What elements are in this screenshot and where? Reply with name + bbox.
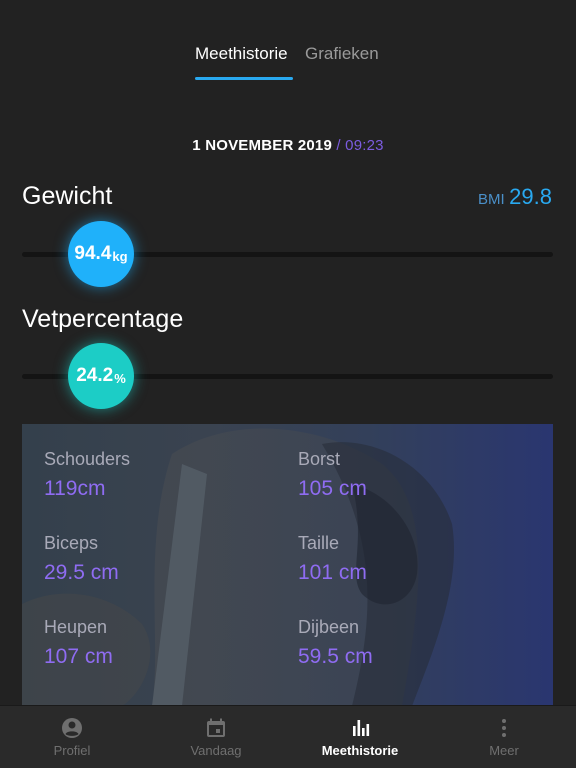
nav-label: Meethistorie bbox=[321, 743, 399, 758]
measurement-waist: Taille 101 cm bbox=[298, 533, 367, 585]
measurement-label: Taille bbox=[298, 533, 340, 553]
tab-meethistorie[interactable]: Meethistorie bbox=[195, 44, 288, 64]
measurement-value: 119cm bbox=[44, 477, 106, 500]
measurement-value: 59.5 cm bbox=[298, 645, 373, 668]
tab-grafieken[interactable]: Grafieken bbox=[305, 44, 379, 64]
measurement-value: 29.5 cm bbox=[44, 561, 119, 584]
weight-value: 94.4 bbox=[74, 243, 112, 264]
weight-unit: kg bbox=[112, 248, 128, 264]
more-vertical-icon bbox=[502, 719, 506, 737]
body-measurements-panel: Schouders 119cm Borst 105 cm Biceps 29.5… bbox=[22, 424, 553, 706]
measurement-label: Schouders bbox=[44, 449, 131, 469]
fat-unit: % bbox=[114, 370, 126, 386]
measurement-value: 101 cm bbox=[298, 561, 367, 584]
top-tabs: Meethistorie Grafieken bbox=[0, 44, 576, 84]
bmi-value: 29.8 bbox=[509, 184, 552, 209]
nav-item-meethistorie[interactable]: Meethistorie bbox=[288, 706, 432, 768]
measurement-label: Heupen bbox=[44, 617, 108, 637]
weight-label: Gewicht bbox=[22, 182, 113, 210]
fat-value: 24.2 bbox=[76, 365, 114, 386]
nav-label: Meer bbox=[489, 743, 519, 758]
calendar-icon bbox=[207, 718, 225, 737]
measurement-thigh: Dijbeen 59.5 cm bbox=[298, 617, 373, 669]
date-separator: / bbox=[336, 137, 341, 154]
nav-label: Vandaag bbox=[190, 743, 242, 758]
bar-chart-icon bbox=[353, 720, 370, 736]
active-tab-indicator bbox=[195, 77, 293, 80]
fat-percentage-label: Vetpercentage bbox=[22, 305, 184, 333]
measurement-shoulders: Schouders 119cm bbox=[44, 449, 130, 501]
measurement-datetime: 1 NOVEMBER 2019 / 09:23 bbox=[0, 137, 576, 154]
bmi-label: BMI bbox=[478, 191, 505, 208]
app-screen: Meethistorie Grafieken 1 NOVEMBER 2019 /… bbox=[0, 0, 576, 768]
bottom-navigation: Profiel Vandaag Meethistorie Meer bbox=[0, 705, 576, 768]
measurement-hips: Heupen 107 cm bbox=[44, 617, 113, 669]
measurement-label: Biceps bbox=[44, 533, 99, 553]
nav-item-meer[interactable]: Meer bbox=[432, 706, 576, 768]
nav-item-vandaag[interactable]: Vandaag bbox=[144, 706, 288, 768]
measurement-label: Borst bbox=[298, 449, 341, 469]
nav-item-profiel[interactable]: Profiel bbox=[0, 706, 144, 768]
measurement-time: 09:23 bbox=[345, 137, 384, 154]
bmi-display: BMI 29.8 bbox=[478, 184, 552, 210]
fat-slider-knob[interactable]: 24.2% bbox=[68, 343, 134, 409]
measurement-label: Dijbeen bbox=[298, 617, 360, 637]
measurement-chest: Borst 105 cm bbox=[298, 449, 367, 501]
weight-slider-knob[interactable]: 94.4 kg bbox=[68, 221, 134, 287]
measurement-date: 1 NOVEMBER 2019 bbox=[192, 137, 333, 154]
nav-label: Profiel bbox=[53, 743, 91, 758]
profile-icon bbox=[62, 718, 82, 738]
measurement-biceps: Biceps 29.5 cm bbox=[44, 533, 119, 585]
measurement-value: 107 cm bbox=[44, 645, 113, 668]
measurement-value: 105 cm bbox=[298, 477, 367, 500]
